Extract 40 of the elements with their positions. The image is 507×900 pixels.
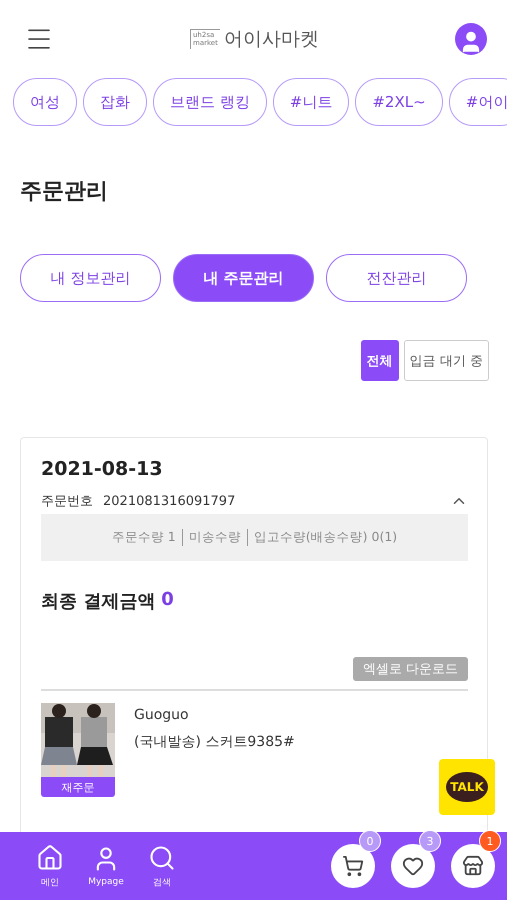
logo-text[interactable]: 어이사마켓	[224, 26, 319, 52]
category-chip[interactable]: #어이	[448, 78, 507, 126]
count-badge: 1	[479, 830, 501, 852]
quantity-text: 미송수량	[182, 529, 247, 546]
tab[interactable]: 내 정보관리	[20, 254, 161, 302]
cart-icon	[342, 855, 364, 877]
order-number-label: 주문번호	[41, 493, 93, 510]
order-date: 2021-08-13	[41, 458, 164, 480]
quantity-text: 입고수량(배송수량) 0(1)	[246, 529, 404, 546]
nav-button[interactable]: 검색	[134, 844, 190, 888]
store-button[interactable]	[451, 844, 495, 888]
count-badge: 0	[359, 830, 381, 852]
category-chip[interactable]: 브랜드 랭킹	[153, 78, 267, 126]
chat-button[interactable]: TALK	[439, 759, 495, 815]
total-label: 최종 결제금액	[41, 590, 156, 613]
quantity-text: 주문수량 1	[110, 529, 177, 546]
category-chip[interactable]: #니트	[272, 78, 350, 126]
cart-button[interactable]	[331, 844, 375, 888]
wishlist-button[interactable]	[391, 844, 435, 888]
filter-button[interactable]: 전체	[360, 340, 399, 381]
tab[interactable]: 전잔관리	[326, 254, 467, 302]
count-badge: 3	[419, 830, 441, 852]
product-name[interactable]: (국내발송) 스커트9385#	[134, 733, 295, 751]
search-icon	[148, 844, 176, 872]
brand-name: Guoguo	[134, 707, 190, 723]
category-chip[interactable]: #2XL~	[355, 78, 443, 126]
order-number: 2021081316091797	[103, 494, 236, 508]
nav-button[interactable]: 메인	[22, 844, 78, 888]
category-chip[interactable]: 잡화	[83, 78, 147, 126]
filter-button[interactable]: 입금 대기 중	[404, 340, 489, 381]
total-amount: 0	[161, 589, 174, 612]
reorder-button[interactable]: 재주문	[41, 777, 115, 797]
page-title: 주문관리	[20, 178, 109, 206]
category-chip[interactable]: 여성	[13, 78, 77, 126]
home-icon	[36, 844, 64, 872]
nav-button[interactable]: Mypage	[78, 845, 134, 887]
tab[interactable]: 내 주문관리	[173, 254, 314, 302]
heart-icon	[402, 855, 424, 877]
store-icon	[462, 855, 484, 877]
profile-icon[interactable]	[455, 23, 487, 55]
